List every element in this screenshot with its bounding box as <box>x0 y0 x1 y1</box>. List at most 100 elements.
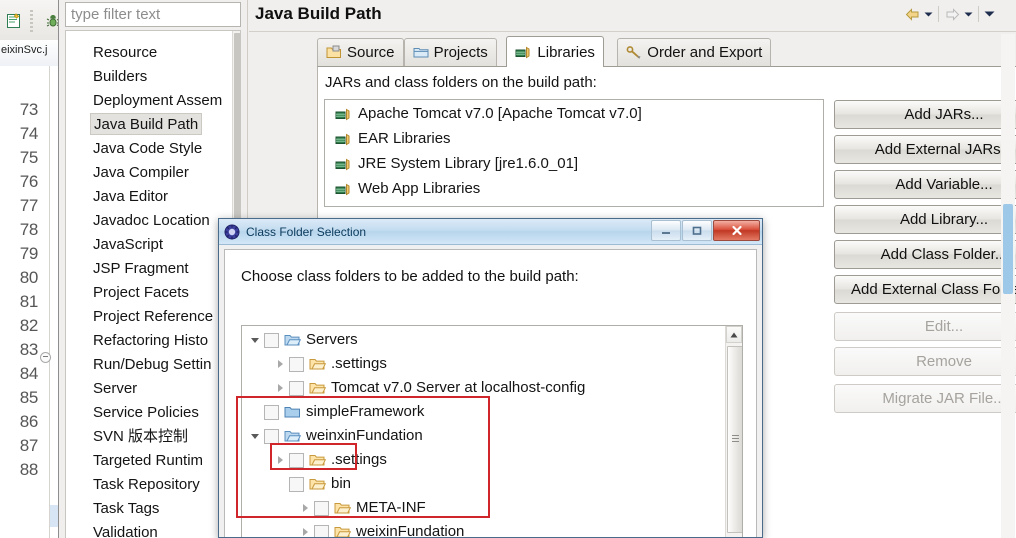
prefs-nav-item-task-tags[interactable]: Task Tags <box>90 497 162 521</box>
folder-tree-scroll-thumb[interactable] <box>727 346 742 533</box>
prefs-nav-item-java-compiler[interactable]: Java Compiler <box>90 161 192 185</box>
prefs-nav-item-project-reference[interactable]: Project Reference <box>90 305 216 329</box>
library-label: Apache Tomcat v7.0 [Apache Tomcat v7.0] <box>358 105 642 122</box>
add-external-class-folder-button[interactable]: Add External Class Folder... <box>834 275 1016 304</box>
tree-node-checkbox[interactable] <box>289 356 304 372</box>
chevron-right-icon[interactable] <box>298 525 312 537</box>
library-list-item[interactable]: JRE System Library [jre1.6.0_01] <box>335 152 578 176</box>
add-class-folder-button[interactable]: Add Class Folder... <box>834 240 1016 269</box>
preferences-nav-tree[interactable]: Resource Builders Deployment Assem Java Bui… <box>65 30 241 538</box>
prefs-nav-item-java-build-path[interactable]: Java Build Path <box>90 113 203 135</box>
window-buttons <box>651 220 760 241</box>
editor-tab-label[interactable]: eixinSvc.j <box>1 44 57 56</box>
libraries-list[interactable]: Apache Tomcat v7.0 [Apache Tomcat v7.0] E… <box>324 99 824 207</box>
tree-node-settings[interactable]: .settings <box>273 448 387 472</box>
prefs-nav-item-validation[interactable]: Validation <box>90 521 161 538</box>
prefs-nav-item-javadoc-location[interactable]: Javadoc Location <box>90 209 213 233</box>
folder-tree-scrollbar[interactable] <box>725 326 742 537</box>
prefs-nav-item-jsp-fragment[interactable]: JSP Fragment <box>90 257 192 281</box>
eclipse-toolbar <box>0 0 60 41</box>
back-dropdown-icon[interactable] <box>924 11 933 18</box>
prefs-nav-item-java-editor[interactable]: Java Editor <box>90 185 171 209</box>
line-number: 82 <box>19 316 39 335</box>
tab-source[interactable]: Source <box>317 38 404 66</box>
folder-tree[interactable]: Servers .settings Tomcat v7.0 Server at lo… <box>241 325 743 537</box>
prefs-nav-item-targeted-runtim[interactable]: Targeted Runtim <box>90 449 206 473</box>
tree-node-checkbox[interactable] <box>289 476 304 492</box>
tree-node-meta-inf[interactable]: META-INF <box>298 496 426 520</box>
close-button[interactable] <box>713 220 760 241</box>
forward-dropdown-icon[interactable] <box>964 11 973 18</box>
prefs-nav-item-service-policies[interactable]: Service Policies <box>90 401 202 425</box>
line-number: 74 <box>19 124 39 143</box>
fold-collapse-icon[interactable] <box>40 352 51 363</box>
tree-node-checkbox[interactable] <box>264 428 279 444</box>
minimize-button[interactable] <box>651 220 681 241</box>
chevron-right-icon[interactable] <box>273 453 287 467</box>
class-folder-selection-dialog: Class Folder Selection Choose class fold… <box>218 218 763 538</box>
preferences-pane-scrollbar[interactable] <box>1001 34 1015 538</box>
tree-node-checkbox[interactable] <box>314 500 329 516</box>
prefs-nav-item-deployment-assem[interactable]: Deployment Assem <box>90 89 225 113</box>
dialog-titlebar[interactable]: Class Folder Selection <box>219 219 762 245</box>
prefs-nav-item-svn[interactable]: SVN 版本控制 <box>90 425 191 449</box>
menu-dropdown-icon[interactable] <box>984 10 995 18</box>
chevron-right-icon[interactable] <box>298 501 312 515</box>
prefs-nav-item-resource[interactable]: Resource <box>90 41 160 65</box>
filter-input[interactable]: type filter text <box>65 2 241 27</box>
remove-button: Remove <box>834 347 1016 376</box>
add-jars-button[interactable]: Add JARs... <box>834 100 1016 129</box>
tree-node-bin[interactable]: bin <box>273 472 351 496</box>
source-folder-icon <box>326 45 342 60</box>
prefs-nav-item-project-facets[interactable]: Project Facets <box>90 281 192 305</box>
chevron-down-icon[interactable] <box>248 429 262 443</box>
prefs-nav-item-refactoring-histo[interactable]: Refactoring Histo <box>90 329 211 353</box>
open-folder-icon <box>309 380 326 396</box>
preferences-pane-scroll-thumb[interactable] <box>1003 204 1013 294</box>
tree-node-checkbox[interactable] <box>289 452 304 468</box>
library-list-item[interactable]: Apache Tomcat v7.0 [Apache Tomcat v7.0] <box>335 102 642 126</box>
tab-order-and-export[interactable]: Order and Export <box>617 38 772 66</box>
forward-arrow-icon[interactable] <box>944 7 961 22</box>
tree-node-checkbox[interactable] <box>264 332 279 348</box>
chevron-right-icon[interactable] <box>273 357 287 371</box>
open-folder-blue-icon <box>284 332 301 348</box>
prefs-nav-item-builders[interactable]: Builders <box>90 65 150 89</box>
prefs-nav-item-run-debug-settin[interactable]: Run/Debug Settin <box>90 353 214 377</box>
chevron-down-icon[interactable] <box>248 333 262 347</box>
add-library-button[interactable]: Add Library... <box>834 205 1016 234</box>
tree-node-tomcat-v7-0-server-at-localhost-config[interactable]: Tomcat v7.0 Server at localhost-config <box>273 376 585 400</box>
line-number: 81 <box>19 292 39 311</box>
prefs-nav-item-server[interactable]: Server <box>90 377 140 401</box>
add-variable-button[interactable]: Add Variable... <box>834 170 1016 199</box>
new-java-class-icon[interactable] <box>6 13 22 29</box>
prefs-nav-item-java-code-style[interactable]: Java Code Style <box>90 137 205 161</box>
tree-node-weinxinfundation[interactable]: weinxinFundation <box>248 424 423 448</box>
tree-node-settings[interactable]: .settings <box>273 352 387 376</box>
tree-node-label: bin <box>331 475 352 492</box>
tree-node-label: weixinFundation <box>356 523 465 537</box>
prefs-nav-item-javascript[interactable]: JavaScript <box>90 233 166 257</box>
tree-node-checkbox[interactable] <box>264 404 279 420</box>
tab-projects[interactable]: Projects <box>403 38 497 66</box>
back-arrow-icon[interactable] <box>904 7 921 22</box>
chevron-right-icon[interactable] <box>273 381 287 395</box>
tree-node-checkbox[interactable] <box>314 524 329 537</box>
tab-libraries[interactable]: Libraries <box>506 36 604 67</box>
tree-node-servers[interactable]: Servers <box>248 328 358 352</box>
dialog-prompt: Choose class folders to be added to the … <box>241 268 579 285</box>
tree-node-simpleframework[interactable]: simpleFramework <box>248 400 424 424</box>
maximize-button[interactable] <box>682 220 712 241</box>
tree-node-label: Tomcat v7.0 Server at localhost-config <box>331 379 586 396</box>
add-external-jars-button[interactable]: Add External JARs... <box>834 135 1016 164</box>
library-icon <box>335 107 352 122</box>
line-number: 75 <box>19 148 39 167</box>
prefs-nav-item-task-repository[interactable]: Task Repository <box>90 473 203 497</box>
tree-node-weixinfundation[interactable]: weixinFundation <box>298 520 464 537</box>
scroll-up-arrow-icon[interactable] <box>726 326 742 343</box>
library-list-item[interactable]: EAR Libraries <box>335 127 451 151</box>
project-icon <box>413 45 429 60</box>
library-label: EAR Libraries <box>358 130 451 147</box>
library-list-item[interactable]: Web App Libraries <box>335 177 480 201</box>
tree-node-checkbox[interactable] <box>289 380 304 396</box>
